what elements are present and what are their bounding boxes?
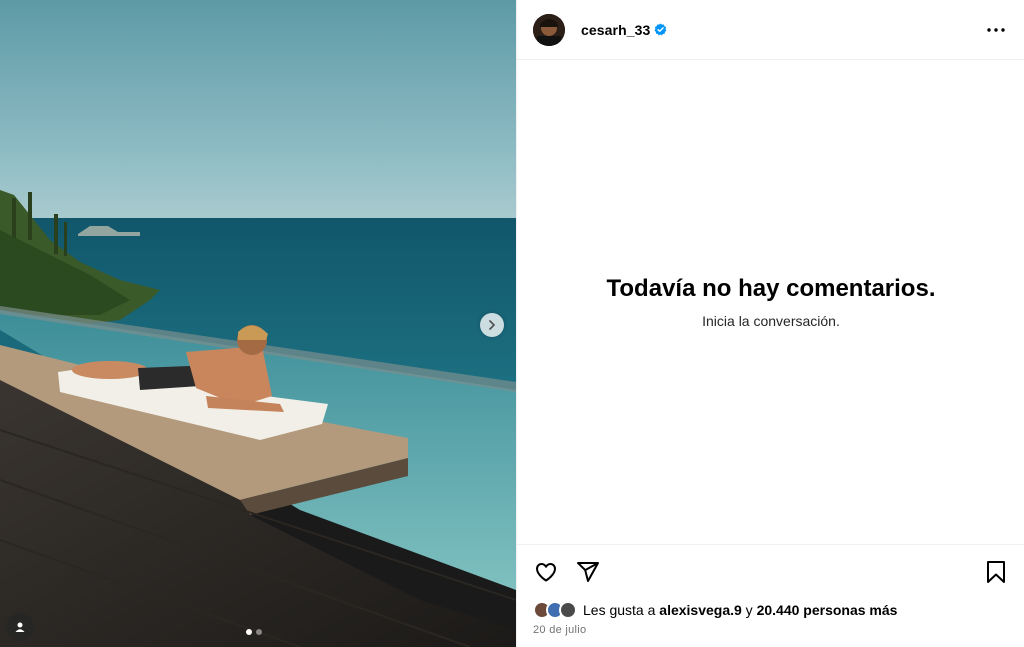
post-date[interactable]: 20 de julio — [517, 619, 1024, 636]
bookmark-icon — [987, 561, 1005, 583]
empty-comments-subtitle: Inicia la conversación. — [702, 313, 840, 329]
liker-avatar — [559, 601, 577, 619]
tagged-users-button[interactable] — [6, 613, 34, 641]
liker-username[interactable]: alexisvega.9 — [659, 602, 742, 618]
avatar[interactable] — [533, 13, 565, 46]
empty-comments-title: Todavía no hay comentarios. — [606, 275, 936, 302]
more-options-button[interactable] — [984, 18, 1008, 42]
post-actions: Les gusta a alexisvega.9 y 20.440 person… — [517, 544, 1024, 647]
carousel-dot-active — [246, 629, 252, 635]
likes-text: Les gusta a alexisvega.9 y 20.440 person… — [583, 602, 897, 618]
verified-badge-icon — [654, 23, 667, 36]
comments-empty-state: Todavía no hay comentarios. Inicia la co… — [517, 60, 1024, 544]
liker-avatars[interactable] — [533, 601, 577, 619]
likes-summary: Les gusta a alexisvega.9 y 20.440 person… — [517, 585, 1024, 619]
chevron-right-icon — [489, 320, 495, 330]
post-photo — [0, 0, 516, 647]
username[interactable]: cesarh_33 — [581, 22, 650, 38]
save-button[interactable] — [983, 559, 1009, 585]
carousel-dot — [256, 629, 262, 635]
post-details-panel: cesarh_33 Todavía no hay comentarios. In… — [516, 0, 1024, 647]
like-button[interactable] — [533, 559, 559, 585]
post-media[interactable] — [0, 0, 516, 647]
likes-prefix: Les gusta a — [583, 602, 660, 618]
user-icon — [15, 622, 25, 632]
share-button[interactable] — [575, 559, 601, 585]
carousel-indicator — [246, 629, 262, 635]
post-header: cesarh_33 — [517, 0, 1024, 60]
likes-others-link[interactable]: 20.440 personas más — [757, 602, 898, 618]
carousel-next-button[interactable] — [480, 313, 504, 337]
heart-icon — [536, 563, 556, 582]
more-horizontal-icon — [987, 27, 1005, 32]
likes-connector: y — [741, 602, 757, 618]
action-icons-row — [517, 545, 1024, 585]
avatar-image — [533, 13, 565, 46]
send-icon — [577, 562, 599, 582]
